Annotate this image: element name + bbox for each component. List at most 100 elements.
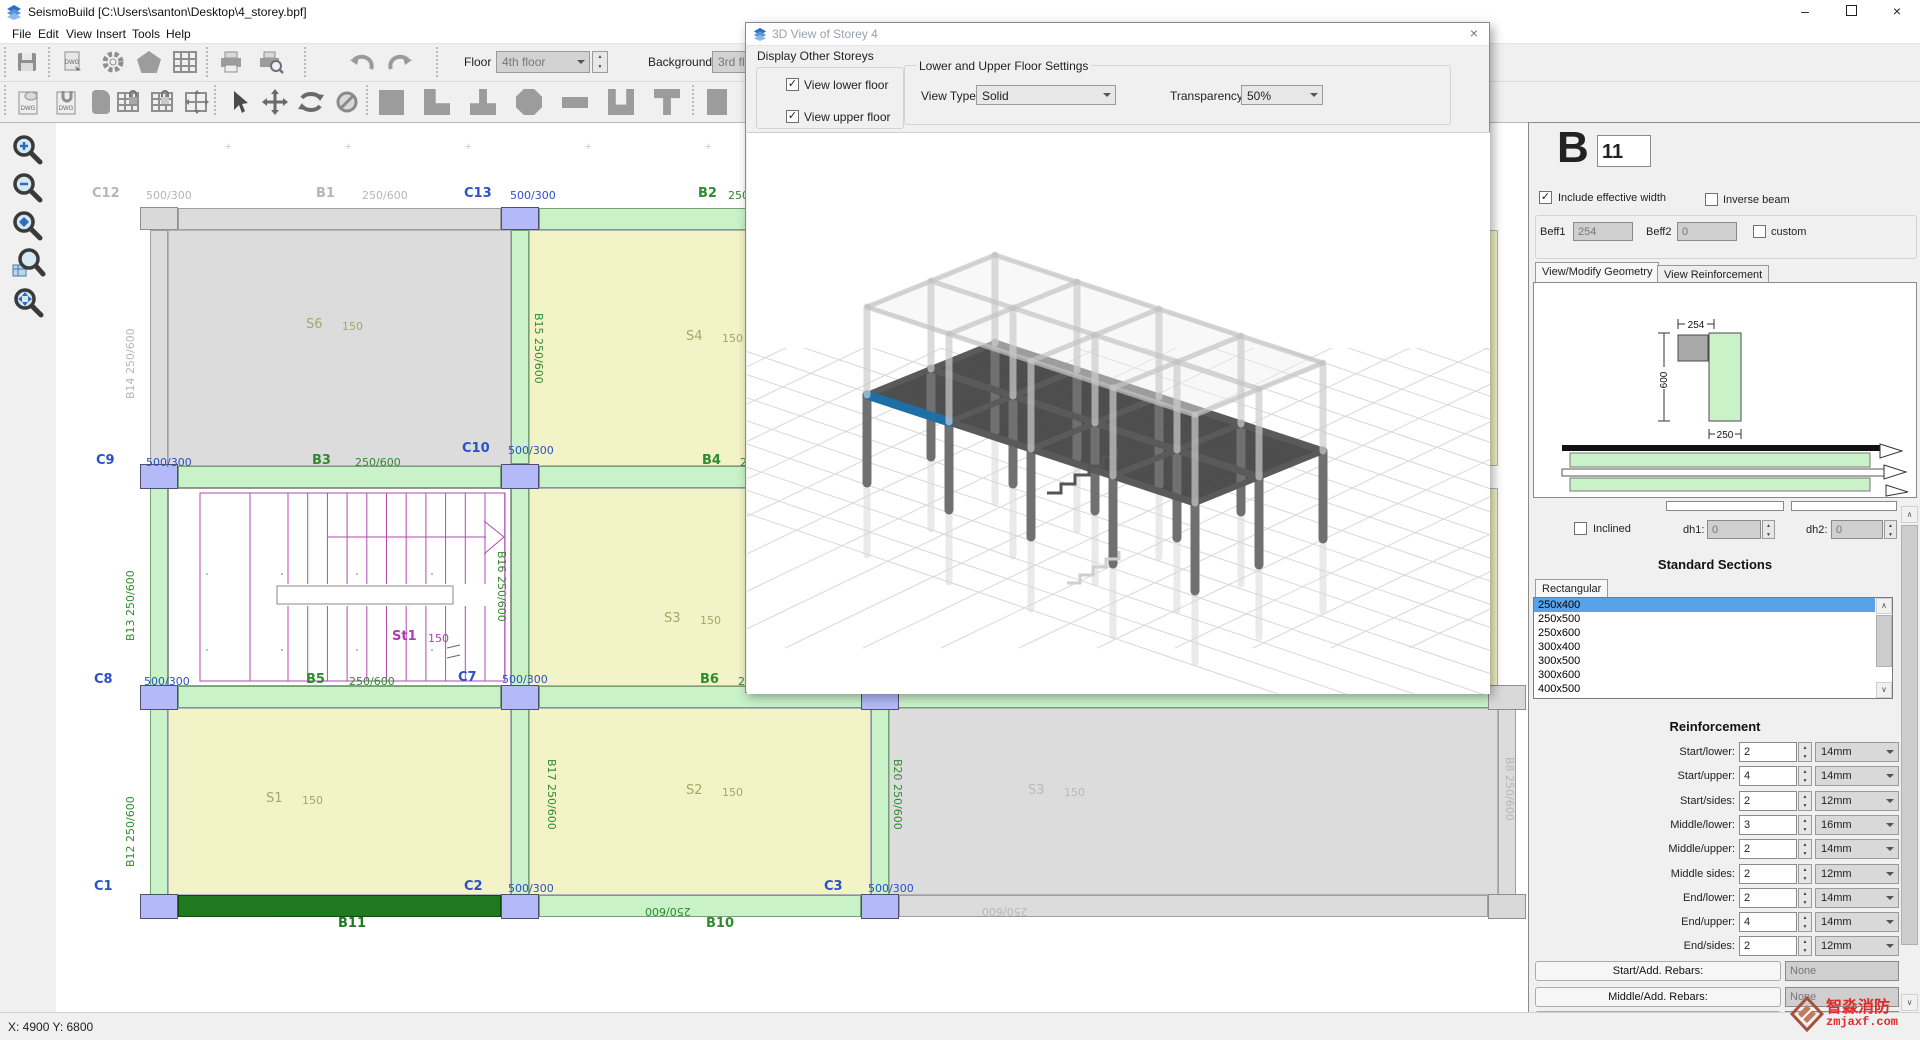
print-button[interactable] <box>214 46 248 78</box>
view-type-select[interactable]: Solid <box>976 85 1116 105</box>
beff2-input[interactable]: 0 <box>1677 222 1737 241</box>
rebar-size-select[interactable]: 14mm <box>1815 912 1899 932</box>
column-c8[interactable] <box>140 685 178 710</box>
beam-b20[interactable] <box>871 708 889 895</box>
zoom-window-button[interactable] <box>10 247 46 283</box>
section-u-button[interactable] <box>604 86 638 118</box>
transparency-select[interactable]: 50% <box>1241 85 1323 105</box>
section-option[interactable]: 250x400 <box>1534 598 1875 612</box>
beam-b1[interactable] <box>178 208 501 230</box>
beam-b13[interactable] <box>150 488 168 686</box>
dwg-snap-button[interactable]: DWG <box>50 86 84 118</box>
dh2-input[interactable]: 0 <box>1831 520 1883 539</box>
column-right-mid[interactable] <box>1488 685 1526 710</box>
add-rebars-button[interactable]: Middle/Add. Rebars: <box>1535 987 1781 1007</box>
beam-b15[interactable] <box>511 230 529 464</box>
spin-down-icon[interactable]: ▼ <box>593 62 607 72</box>
dwg-view-button[interactable]: DWG <box>12 86 46 118</box>
tab-view-modify-geometry[interactable]: View/Modify Geometry <box>1535 262 1659 282</box>
view-upper-floor-checkbox[interactable]: ✓ <box>786 110 799 123</box>
beam-b17[interactable] <box>511 708 529 895</box>
grid-tool-button[interactable] <box>168 46 202 78</box>
beam-b11-selected[interactable] <box>178 895 501 917</box>
menu-insert[interactable]: Insert <box>92 26 130 42</box>
beam-b5[interactable] <box>178 686 501 708</box>
column-c10[interactable] <box>501 464 539 489</box>
include-effective-width-checkbox[interactable]: ✓ <box>1539 191 1552 204</box>
move-tool-button[interactable] <box>258 86 292 118</box>
beff1-input[interactable]: 254 <box>1573 222 1633 241</box>
menu-view[interactable]: View <box>62 26 96 42</box>
column-c2[interactable] <box>501 894 539 919</box>
prohibit-tool-button[interactable] <box>330 86 364 118</box>
rebar-size-select[interactable]: 14mm <box>1815 742 1899 762</box>
view-lower-floor-checkbox[interactable]: ✓ <box>786 78 799 91</box>
settings-gear-button[interactable] <box>96 46 130 78</box>
rebar-size-select[interactable]: 12mm <box>1815 864 1899 884</box>
inclined-checkbox[interactable] <box>1574 522 1587 535</box>
menu-file[interactable]: File <box>8 26 35 42</box>
rebar-count-spinner[interactable]: ▲▼ <box>1798 936 1812 956</box>
beam-b10[interactable] <box>539 895 861 917</box>
dh1-input[interactable]: 0 <box>1707 520 1761 539</box>
rebar-count-input[interactable]: 2 <box>1739 839 1797 859</box>
panel-scroll-down[interactable]: ∨ <box>1901 994 1918 1011</box>
rebar-count-input[interactable]: 4 <box>1739 912 1797 932</box>
close-button[interactable]: × <box>1874 0 1920 24</box>
beam-b14[interactable] <box>150 230 168 466</box>
beam-b12[interactable] <box>150 708 168 895</box>
section-option[interactable]: 250x600 <box>1534 626 1875 640</box>
import-dwg-button[interactable]: DWG <box>56 46 90 78</box>
list-scroll-down[interactable]: ∨ <box>1876 682 1892 698</box>
rebar-size-select[interactable]: 14mm <box>1815 888 1899 908</box>
rebar-count-input[interactable]: 4 <box>1739 766 1797 786</box>
rebar-count-spinner[interactable]: ▲▼ <box>1798 864 1812 884</box>
select-tool-button[interactable] <box>222 86 256 118</box>
rebar-size-select[interactable]: 12mm <box>1815 936 1899 956</box>
dh2-spinner[interactable]: ▲▼ <box>1884 520 1897 539</box>
custom-checkbox[interactable] <box>1753 225 1766 238</box>
column-c1[interactable] <box>140 894 178 919</box>
rebar-count-input[interactable]: 2 <box>1739 742 1797 762</box>
spin-up-icon[interactable]: ▲ <box>593 52 607 62</box>
polygon-tool-button[interactable] <box>132 46 166 78</box>
maximize-button[interactable] <box>1828 0 1874 24</box>
section-tee-up-button[interactable] <box>466 86 500 118</box>
slab-s3-right[interactable] <box>889 708 1498 895</box>
rebar-count-spinner[interactable]: ▲▼ <box>1798 888 1812 908</box>
section-option[interactable]: 300x600 <box>1534 668 1875 682</box>
list-scroll-thumb[interactable] <box>1876 615 1892 667</box>
column-c12[interactable] <box>140 207 178 230</box>
beam-number-input[interactable]: 11 <box>1597 135 1651 167</box>
list-scroll-up[interactable]: ∧ <box>1876 598 1892 614</box>
print-preview-button[interactable] <box>254 46 288 78</box>
undo-button[interactable] <box>344 46 378 78</box>
menu-tools[interactable]: Tools <box>128 26 164 42</box>
rebar-count-spinner[interactable]: ▲▼ <box>1798 791 1812 811</box>
zoom-extents-button[interactable] <box>10 209 46 245</box>
save-button[interactable] <box>10 46 44 78</box>
section-option[interactable]: 400x500 <box>1534 682 1875 696</box>
slab-s6[interactable] <box>168 230 511 466</box>
section-option[interactable]: 300x400 <box>1534 640 1875 654</box>
floor-spinner[interactable]: ▲▼ <box>592 51 608 73</box>
menu-edit[interactable]: Edit <box>34 26 63 42</box>
grid-move-button[interactable] <box>180 86 214 118</box>
column-c13[interactable] <box>501 207 539 230</box>
rebar-size-select[interactable]: 12mm <box>1815 791 1899 811</box>
dialog-close-button[interactable]: × <box>1465 25 1483 43</box>
add-rebars-button[interactable]: Start/Add. Rebars: <box>1535 961 1781 981</box>
sections-listbox[interactable]: 250x400250x500250x600300x400300x500300x6… <box>1533 597 1893 699</box>
rebar-count-spinner[interactable]: ▲▼ <box>1798 766 1812 786</box>
beam-b16[interactable] <box>511 488 529 686</box>
rebar-size-select[interactable]: 14mm <box>1815 839 1899 859</box>
tab-rectangular[interactable]: Rectangular <box>1535 579 1608 597</box>
column-right-bottom[interactable] <box>1488 894 1526 919</box>
zoom-selection-button[interactable] <box>10 285 46 321</box>
slab-s2[interactable] <box>529 708 871 895</box>
section-square-button[interactable] <box>374 86 408 118</box>
rebar-count-input[interactable]: 2 <box>1739 888 1797 908</box>
floor-select[interactable]: 4th floor <box>496 51 590 73</box>
tab-view-reinforcement[interactable]: View Reinforcement <box>1657 265 1769 282</box>
viewport-3d[interactable] <box>747 132 1490 694</box>
